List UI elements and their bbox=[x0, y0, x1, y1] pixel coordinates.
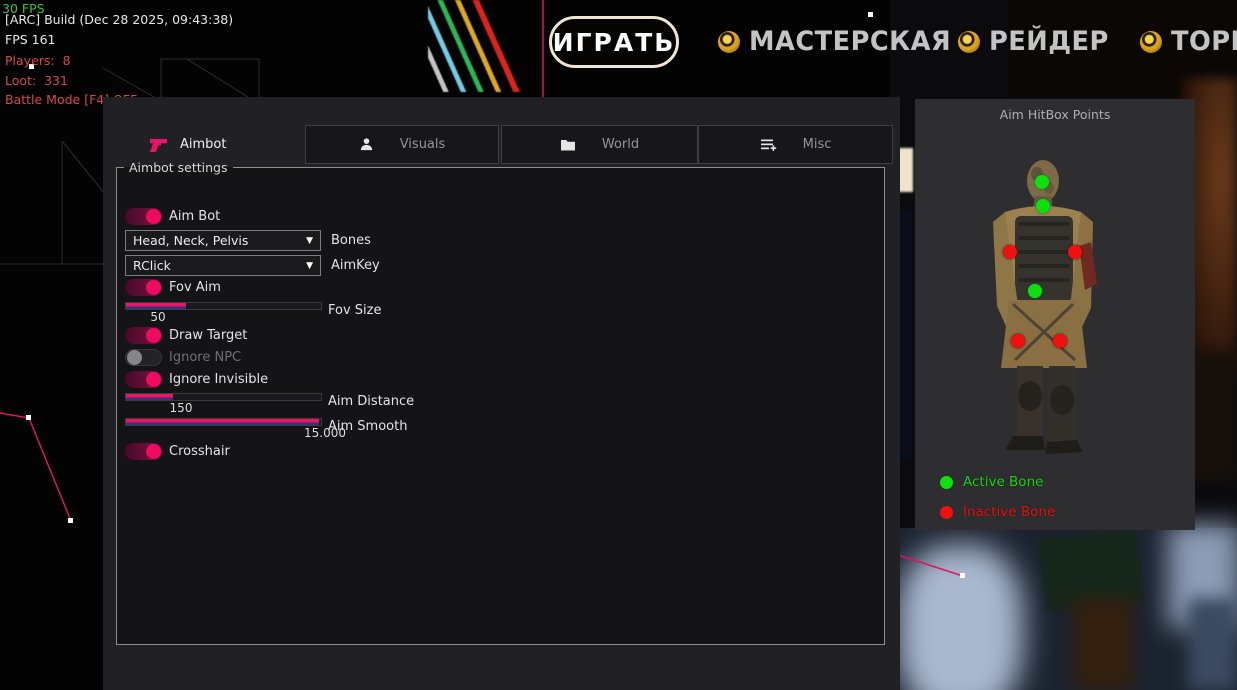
hitbox-head-dot bbox=[1035, 175, 1049, 189]
tab-misc[interactable]: Misc bbox=[698, 125, 893, 164]
menu-item-raider[interactable]: РЕЙДЕР bbox=[958, 26, 1115, 57]
aim-distance-label: Aim Distance bbox=[328, 394, 414, 409]
legend-label: Active Bone bbox=[963, 474, 1043, 490]
legend-label: Inactive Bone bbox=[963, 504, 1055, 520]
hitbox-left-shoulder-dot bbox=[1003, 245, 1017, 259]
draw-target-toggle[interactable] bbox=[125, 327, 162, 344]
crosshair-label: Crosshair bbox=[169, 444, 230, 459]
screen: 30 FPS [ARC] Build (Dec 28 2025, 09:43:3… bbox=[0, 0, 1237, 690]
bones-label: Bones bbox=[331, 233, 371, 248]
hud-loot: Loot: 331 bbox=[5, 73, 68, 88]
aim-distance-slider[interactable] bbox=[125, 393, 322, 401]
hitbox-dots bbox=[915, 99, 1195, 530]
tab-label: Aimbot bbox=[180, 137, 226, 152]
cheat-menu-panel: Aimbot Visuals World Misc Aimbot setting… bbox=[103, 97, 900, 690]
fov-aim-label: Fov Aim bbox=[169, 280, 221, 295]
pistol-icon bbox=[150, 137, 169, 153]
hitbox-neck-dot bbox=[1036, 199, 1050, 213]
fov-aim-toggle[interactable] bbox=[125, 279, 162, 296]
tab-label: Misc bbox=[803, 137, 832, 152]
bones-dropdown[interactable]: Head, Neck, Pelvis ▼ bbox=[125, 230, 321, 251]
fov-size-slider[interactable] bbox=[125, 302, 322, 310]
hud-players: Players: 8 bbox=[5, 53, 71, 68]
ignore-npc-toggle[interactable] bbox=[125, 349, 162, 366]
hitbox-right-shoulder-dot bbox=[1068, 245, 1082, 259]
tab-label: Visuals bbox=[400, 137, 446, 152]
menu-item-trade[interactable]: ТОРГО bbox=[1140, 26, 1237, 57]
hitbox-left-hip-dot bbox=[1011, 334, 1025, 348]
person-icon bbox=[359, 137, 374, 152]
aim-smooth-slider[interactable] bbox=[125, 418, 322, 426]
playlist-add-icon bbox=[760, 137, 777, 153]
menu-item-label: ТОРГО bbox=[1171, 26, 1237, 57]
aim-bot-toggle[interactable] bbox=[125, 208, 162, 225]
menu-item-label: МАСТЕРСКАЯ bbox=[749, 26, 951, 57]
hitbox-right-hip-dot bbox=[1053, 334, 1067, 348]
bones-dropdown-value: Head, Neck, Pelvis bbox=[133, 233, 248, 248]
tab-label: World bbox=[602, 137, 639, 152]
legend-inactive-bone: Inactive Bone bbox=[940, 504, 1055, 520]
aimkey-label: AimKey bbox=[331, 258, 380, 273]
red-dot-icon bbox=[940, 506, 953, 519]
coin-icon bbox=[718, 31, 740, 53]
aim-bot-label: Aim Bot bbox=[169, 209, 220, 224]
fov-size-label: Fov Size bbox=[328, 303, 381, 318]
aim-smooth-label: Aim Smooth bbox=[328, 419, 407, 434]
chevron-down-icon: ▼ bbox=[306, 236, 313, 246]
group-title: Aimbot settings bbox=[124, 160, 233, 175]
hud-fps: FPS 161 bbox=[5, 32, 56, 47]
aimbot-settings-group: Aimbot settings Aim Bot Head, Neck, Pelv… bbox=[116, 160, 885, 645]
chevron-down-icon: ▼ bbox=[306, 261, 313, 271]
aimkey-dropdown-value: RClick bbox=[133, 258, 171, 273]
tab-aimbot[interactable]: Aimbot bbox=[103, 125, 305, 164]
aim-distance-value: 150 bbox=[147, 401, 215, 415]
rainbow-neon-stripes bbox=[428, 0, 558, 92]
coin-icon bbox=[1140, 31, 1162, 53]
ignore-invisible-toggle[interactable] bbox=[125, 371, 162, 388]
coin-icon bbox=[958, 31, 980, 53]
folder-icon bbox=[560, 138, 576, 152]
tab-world[interactable]: World bbox=[501, 125, 698, 164]
draw-target-label: Draw Target bbox=[169, 328, 247, 343]
legend-active-bone: Active Bone bbox=[940, 474, 1043, 490]
play-button[interactable]: ИГРАТЬ bbox=[549, 16, 679, 68]
hitbox-pelvis-dot bbox=[1028, 284, 1042, 298]
green-dot-icon bbox=[940, 476, 953, 489]
hitbox-panel: Aim HitBox Points Active Bone bbox=[915, 99, 1195, 530]
fov-size-value: 50 bbox=[125, 310, 191, 324]
hud-build: [ARC] Build (Dec 28 2025, 09:43:38) bbox=[5, 12, 233, 27]
aimkey-dropdown[interactable]: RClick ▼ bbox=[125, 255, 321, 276]
tab-visuals[interactable]: Visuals bbox=[305, 125, 499, 164]
ignore-invisible-label: Ignore Invisible bbox=[169, 372, 268, 387]
ignore-npc-label: Ignore NPC bbox=[169, 350, 241, 365]
menu-item-label: РЕЙДЕР bbox=[989, 26, 1109, 57]
crosshair-toggle[interactable] bbox=[125, 443, 162, 460]
menu-item-workshop[interactable]: МАСТЕРСКАЯ bbox=[718, 26, 962, 57]
